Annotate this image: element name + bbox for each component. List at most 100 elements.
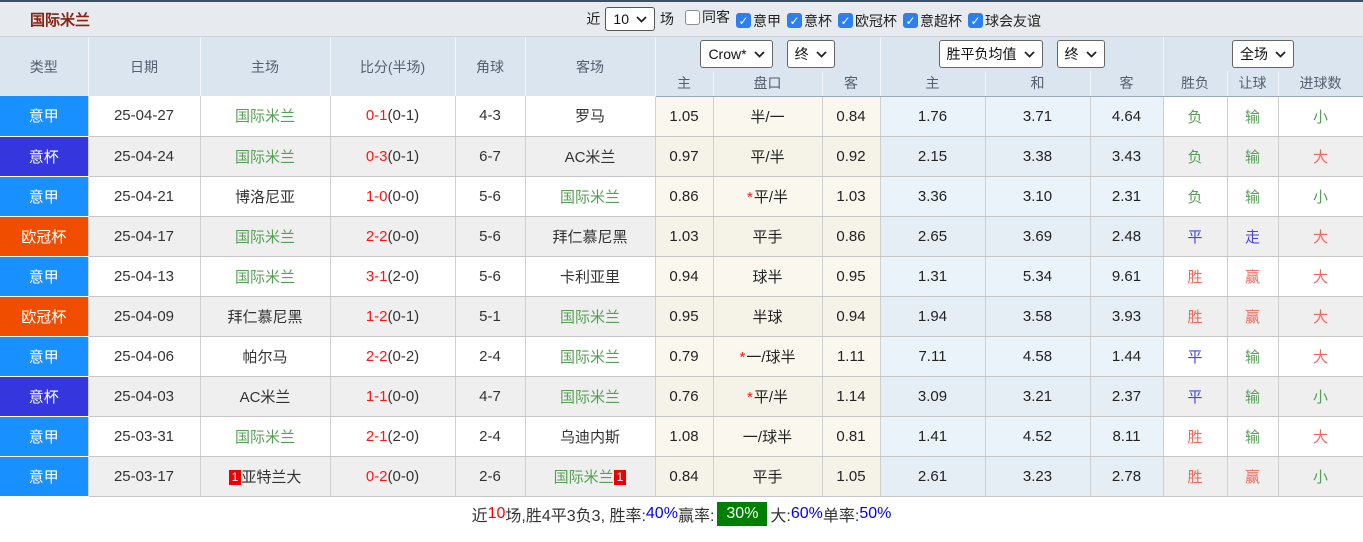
result-goals: 大 xyxy=(1278,216,1363,256)
match-date: 25-04-21 xyxy=(88,176,200,216)
table-row: 意甲25-04-21博洛尼亚1-0(0-0)5-6国际米兰0.86*平/半1.0… xyxy=(0,176,1363,216)
subheader-handicap-result: 让球 xyxy=(1227,71,1278,96)
euro-home-odds: 7.11 xyxy=(880,336,985,376)
team-name: 博洛尼亚 xyxy=(235,189,295,206)
euro-home-odds: 1.31 xyxy=(880,256,985,296)
filter-label: 欧冠杯 xyxy=(855,11,897,31)
unchecked-checkbox[interactable] xyxy=(685,10,700,25)
league-filters: 同客✓意甲✓意杯✓欧冠杯✓意超杯✓球会友谊 xyxy=(679,7,1041,31)
result-goals: 大 xyxy=(1278,136,1363,176)
checked-checkbox[interactable]: ✓ xyxy=(838,13,853,28)
home-team-cell: 拜仁慕尼黑 xyxy=(200,296,330,336)
scope-select[interactable]: 全场 xyxy=(1232,40,1294,68)
score-cell: 0-1(0-1) xyxy=(330,96,455,136)
table-row: 意甲25-04-06帕尔马2-2(0-2)2-4国际米兰0.79*一/球半1.1… xyxy=(0,336,1363,376)
ah-home-odds: 1.08 xyxy=(655,416,713,456)
team-name: 乌迪内斯 xyxy=(560,429,620,446)
result-outcome: 胜 xyxy=(1163,456,1227,496)
league-badge: 意甲 xyxy=(0,256,88,296)
corners-cell: 4-7 xyxy=(455,376,525,416)
away-team-cell: 国际米兰 xyxy=(525,336,655,376)
checked-checkbox[interactable]: ✓ xyxy=(787,13,802,28)
checked-checkbox[interactable]: ✓ xyxy=(736,13,751,28)
ah-home-odds: 1.05 xyxy=(655,96,713,136)
half-score: (0-1) xyxy=(388,148,420,165)
full-score: 1-1 xyxy=(366,388,388,405)
full-score: 0-1 xyxy=(366,107,388,124)
result-handicap: 输 xyxy=(1227,376,1278,416)
checked-checkbox[interactable]: ✓ xyxy=(903,13,918,28)
away-team-cell: 国际米兰1 xyxy=(525,456,655,496)
topbar: 国际米兰 近 10 场 同客✓意甲✓意杯✓欧冠杯✓意超杯✓球会友谊 xyxy=(0,2,1363,37)
table-row: 意甲25-03-171亚特兰大0-2(0-0)2-6国际米兰10.84平手1.0… xyxy=(0,456,1363,496)
home-team-cell: 1亚特兰大 xyxy=(200,456,330,496)
star-mark: * xyxy=(747,389,753,406)
euro-draw-odds: 4.52 xyxy=(985,416,1090,456)
result-outcome: 平 xyxy=(1163,336,1227,376)
ah-line: *平/半 xyxy=(713,376,822,416)
result-handicap: 输 xyxy=(1227,176,1278,216)
full-score: 2-2 xyxy=(366,228,388,245)
near-label: 近 xyxy=(586,9,600,29)
team-name: 拜仁慕尼黑 xyxy=(227,309,302,326)
col-header-score: 比分(半场) xyxy=(330,37,455,96)
corners-cell: 5-6 xyxy=(455,216,525,256)
ah-away-odds: 1.14 xyxy=(822,376,880,416)
euro-metric-select[interactable]: 胜平负均值 xyxy=(939,40,1043,68)
col-header-away: 客场 xyxy=(525,37,655,96)
match-stats-page: 国际米兰 近 10 场 同客✓意甲✓意杯✓欧冠杯✓意超杯✓球会友谊 类型 日期 … xyxy=(0,0,1363,542)
result-goals: 小 xyxy=(1278,176,1363,216)
full-score: 1-2 xyxy=(366,308,388,325)
col-header-home: 主场 xyxy=(200,37,330,96)
note-badge: 1 xyxy=(614,470,627,486)
euro-odds-group-header: 胜平负均值 终 xyxy=(880,37,1163,71)
team-name: 国际米兰 xyxy=(560,389,620,406)
corners-cell: 5-1 xyxy=(455,296,525,336)
checked-checkbox[interactable]: ✓ xyxy=(968,13,983,28)
away-team-cell: 罗马 xyxy=(525,96,655,136)
summary-bar: 近10场,胜4平3负3, 胜率:40% 赢率:30% 大:60% 单率:50% xyxy=(0,497,1363,531)
ah-away-odds: 0.92 xyxy=(822,136,880,176)
match-date: 25-04-27 xyxy=(88,96,200,136)
euro-away-odds: 8.11 xyxy=(1090,416,1163,456)
away-team-cell: 国际米兰 xyxy=(525,376,655,416)
filter-item: 同客 xyxy=(685,7,730,27)
result-outcome: 负 xyxy=(1163,136,1227,176)
ah-line: *平/半 xyxy=(713,176,822,216)
euro-draw-odds: 3.69 xyxy=(985,216,1090,256)
team-name: 国际米兰 xyxy=(560,189,620,206)
match-count-select[interactable]: 10 xyxy=(605,7,655,31)
euro-away-odds: 2.48 xyxy=(1090,216,1163,256)
euro-draw-odds: 4.58 xyxy=(985,336,1090,376)
home-team-cell: 国际米兰 xyxy=(200,136,330,176)
euro-home-odds: 3.09 xyxy=(880,376,985,416)
col-header-type: 类型 xyxy=(0,37,88,96)
ah-home-odds: 0.86 xyxy=(655,176,713,216)
filter-item: ✓球会友谊 xyxy=(968,11,1041,31)
half-score: (0-0) xyxy=(388,468,420,485)
result-handicap: 输 xyxy=(1227,416,1278,456)
away-team-cell: 乌迪内斯 xyxy=(525,416,655,456)
team-name: 卡利亚里 xyxy=(560,269,620,286)
home-team-cell: 博洛尼亚 xyxy=(200,176,330,216)
bookmaker-select[interactable]: Crow* xyxy=(700,40,772,68)
corners-cell: 5-6 xyxy=(455,256,525,296)
summary-text: 10 xyxy=(488,505,506,523)
full-score: 0-2 xyxy=(366,468,388,485)
score-cell: 3-1(2-0) xyxy=(330,256,455,296)
score-cell: 2-2(0-0) xyxy=(330,216,455,256)
match-date: 25-04-13 xyxy=(88,256,200,296)
euro-period-value: 终 xyxy=(1065,44,1079,64)
euro-home-odds: 3.36 xyxy=(880,176,985,216)
euro-period-select[interactable]: 终 xyxy=(1057,40,1105,68)
corners-cell: 6-7 xyxy=(455,136,525,176)
subheader-ah-home: 主 xyxy=(655,71,713,96)
full-score: 2-2 xyxy=(366,348,388,365)
full-score: 1-0 xyxy=(366,188,388,205)
table-row: 意甲25-03-31国际米兰2-1(2-0)2-4乌迪内斯1.08一/球半0.8… xyxy=(0,416,1363,456)
ah-period-select[interactable]: 终 xyxy=(787,40,835,68)
away-team-cell: 卡利亚里 xyxy=(525,256,655,296)
ah-odds-group-header: Crow* 终 xyxy=(655,37,880,71)
chevron-down-icon xyxy=(754,51,765,58)
home-team-cell: 帕尔马 xyxy=(200,336,330,376)
